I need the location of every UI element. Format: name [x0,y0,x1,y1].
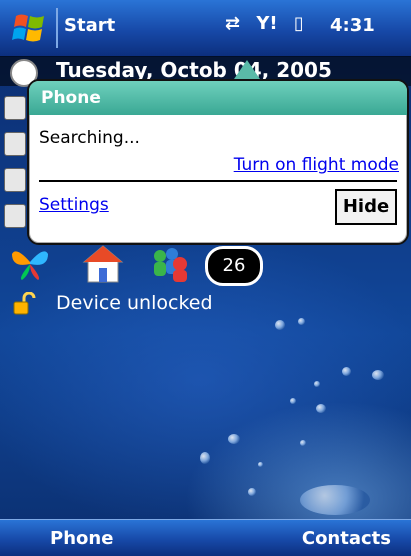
vibrate-icon[interactable]: ▯ [294,13,304,34]
bubble-message: Searching... [39,128,140,148]
title-bar: Start ⇄ Y! ▯ 4:31 [0,0,411,57]
task-icon [4,168,26,192]
phone-notification-bubble: Phone Searching... Turn on flight mode S… [27,79,409,245]
water-drop [228,434,240,444]
status-icons: ⇄ Y! ▯ [225,13,314,34]
calendar-icon [4,96,26,120]
windows-flag-icon[interactable] [12,12,48,44]
bubble-header: Phone [29,81,407,115]
note-icon [4,204,26,228]
contacts-people-icon[interactable] [150,244,190,284]
settings-link[interactable]: Settings [39,195,109,215]
unlock-icon [12,291,36,316]
water-drop [258,462,263,467]
water-drop [248,488,256,496]
water-drop [300,440,306,446]
start-separator [56,8,58,48]
water-drop [342,367,351,376]
msn-butterfly-icon[interactable] [10,244,50,280]
bubble-title: Phone [41,88,101,108]
flight-mode-link[interactable]: Turn on flight mode [234,155,399,175]
water-drop [275,320,285,330]
launcher-count-badge[interactable]: 26 [205,246,263,286]
message-icon [4,132,26,156]
water-drop [290,398,296,404]
clock[interactable]: 4:31 [330,15,375,36]
softkey-bar: Phone Contacts [0,519,411,556]
left-softkey[interactable]: Phone [50,528,113,549]
water-drop [314,381,320,387]
water-drop [372,370,384,380]
water-drop [200,452,210,464]
connectivity-icon[interactable]: ⇄ [225,13,240,34]
water-drop [316,404,326,413]
hide-button[interactable]: Hide [335,189,397,225]
water-drop [300,485,370,515]
signal-icon[interactable]: Y! [256,13,277,34]
start-button[interactable]: Start [64,15,115,36]
home-icon[interactable] [82,244,124,284]
device-status-text: Device unlocked [56,292,213,314]
right-softkey[interactable]: Contacts [302,528,391,549]
bubble-divider [39,180,397,182]
